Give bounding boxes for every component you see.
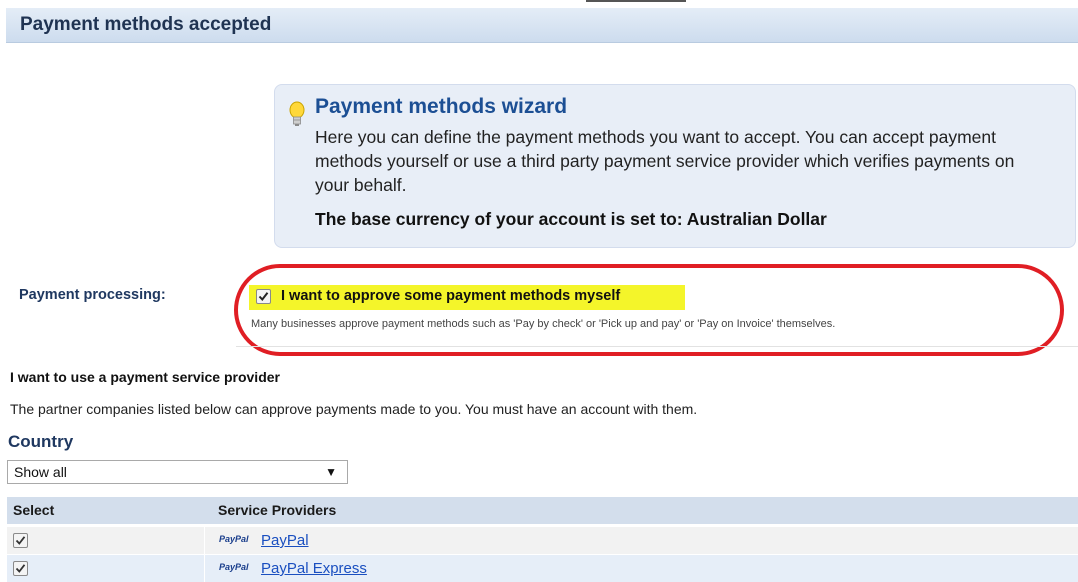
table-row: PayPal PayPal Express xyxy=(7,555,1078,582)
table-header: Select Service Providers xyxy=(7,497,1078,524)
select-checkbox[interactable] xyxy=(13,533,28,548)
country-select[interactable]: Show all ▼ xyxy=(7,460,348,484)
dropdown-arrow-icon: ▼ xyxy=(325,465,337,479)
annotation-circle xyxy=(234,264,1064,356)
top-border xyxy=(0,0,1078,8)
checkmark-icon xyxy=(15,564,26,573)
wizard-description: Here you can define the payment methods … xyxy=(315,127,1015,195)
divider xyxy=(236,346,1078,347)
payment-processing-label: Payment processing: xyxy=(19,287,166,303)
country-label: Country xyxy=(8,432,74,451)
psp-title: I want to use a payment service provider xyxy=(10,369,280,385)
lightbulb-icon xyxy=(289,101,305,126)
wizard-box: Payment methods wizard Here you can defi… xyxy=(274,84,1076,248)
psp-description: The partner companies listed below can a… xyxy=(10,401,698,417)
select-checkbox[interactable] xyxy=(13,561,28,576)
paypal-logo-icon: PayPal xyxy=(219,534,249,544)
checkmark-icon xyxy=(15,536,26,545)
header-service-providers: Service Providers xyxy=(218,502,337,518)
provider-link[interactable]: PayPal Express xyxy=(261,560,367,577)
country-select-value: Show all xyxy=(14,464,67,480)
table-row: PayPal PayPal xyxy=(7,527,1078,554)
wizard-title: Payment methods wizard xyxy=(315,95,568,118)
provider-link[interactable]: PayPal xyxy=(261,532,309,549)
paypal-logo-icon: PayPal xyxy=(219,562,249,572)
section-header: Payment methods accepted xyxy=(6,8,1078,43)
base-currency-text: The base currency of your account is set… xyxy=(315,209,827,229)
section-title: Payment methods accepted xyxy=(20,14,272,35)
header-select: Select xyxy=(13,502,55,518)
